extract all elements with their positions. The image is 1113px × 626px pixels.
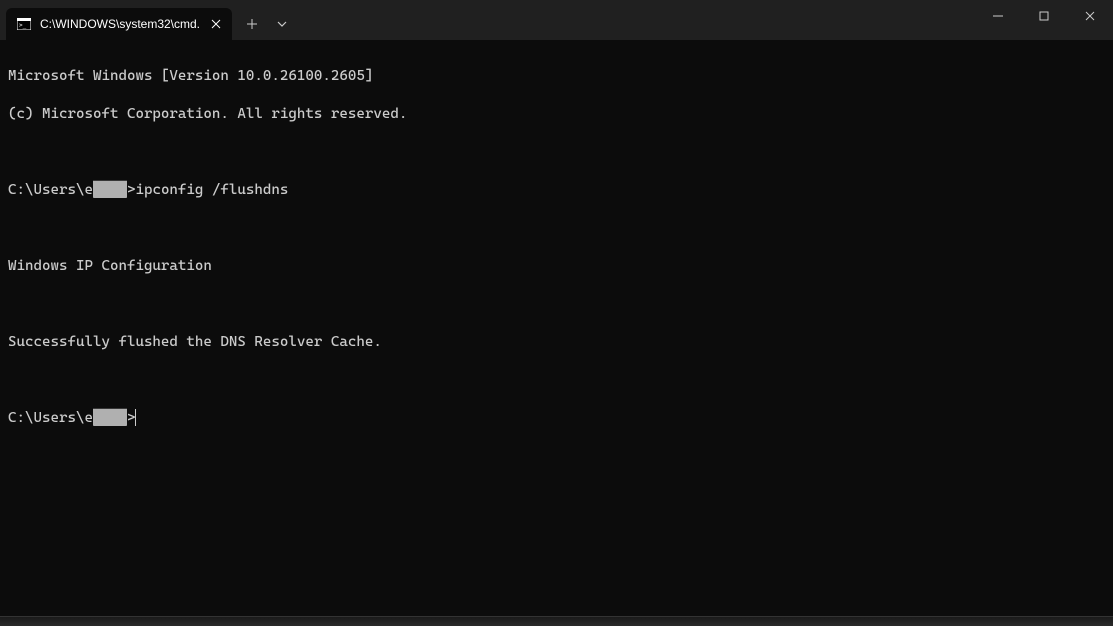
terminal-prompt-line: C:\Users\e████>	[8, 409, 1105, 428]
terminal-line	[8, 371, 1105, 390]
tab-title: C:\WINDOWS\system32\cmd.	[40, 17, 200, 31]
terminal-line: Microsoft Windows [Version 10.0.26100.26…	[8, 67, 1105, 86]
terminal-line: (c) Microsoft Corporation. All rights re…	[8, 105, 1105, 124]
tab-close-button[interactable]	[208, 16, 224, 32]
terminal-line	[8, 219, 1105, 238]
titlebar: >_ C:\WINDOWS\system32\cmd.	[0, 0, 1113, 40]
terminal-line: Windows IP Configuration	[8, 257, 1105, 276]
window-controls	[975, 0, 1113, 32]
minimize-button[interactable]	[975, 0, 1021, 32]
new-tab-button[interactable]	[236, 8, 268, 40]
tab-dropdown-button[interactable]	[268, 8, 296, 40]
terminal-line	[8, 143, 1105, 162]
redacted-text: ████	[93, 182, 127, 198]
terminal-line: Successfully flushed the DNS Resolver Ca…	[8, 333, 1105, 352]
taskbar-edge	[0, 616, 1113, 626]
tab-cmd[interactable]: >_ C:\WINDOWS\system32\cmd.	[6, 8, 232, 40]
prompt-prefix: C:\Users\e	[8, 410, 93, 426]
svg-text:>_: >_	[19, 22, 27, 29]
redacted-text: ████	[93, 410, 127, 426]
tabs-region: >_ C:\WINDOWS\system32\cmd.	[0, 0, 296, 40]
terminal-line	[8, 295, 1105, 314]
prompt-prefix: C:\Users\e	[8, 182, 93, 198]
prompt-command: >ipconfig /flushdns	[127, 182, 288, 198]
cursor	[135, 409, 136, 426]
maximize-button[interactable]	[1021, 0, 1067, 32]
prompt-suffix: >	[127, 410, 136, 426]
terminal-output[interactable]: Microsoft Windows [Version 10.0.26100.26…	[0, 40, 1113, 616]
close-window-button[interactable]	[1067, 0, 1113, 32]
cmd-icon: >_	[16, 16, 32, 32]
terminal-prompt-line: C:\Users\e████>ipconfig /flushdns	[8, 181, 1105, 200]
